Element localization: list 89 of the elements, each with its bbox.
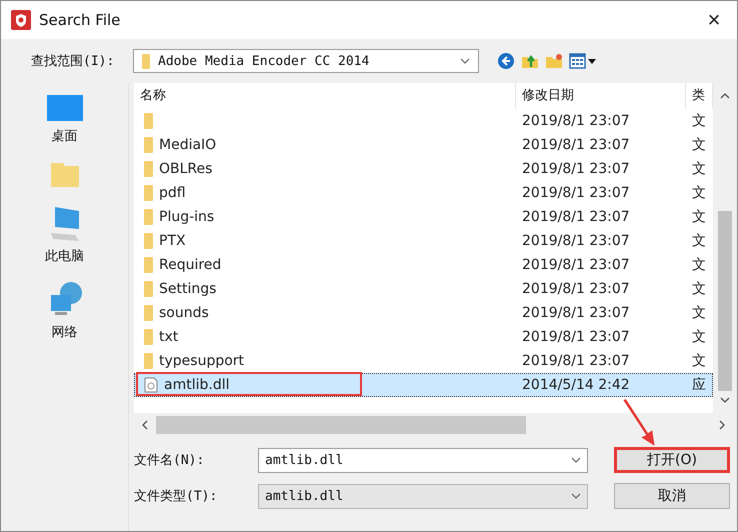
scroll-up-icon[interactable]	[720, 93, 730, 99]
date-cell-text: 2019/8/1 23:07	[521, 112, 631, 131]
file-name: MediaIO	[159, 137, 216, 153]
file-row[interactable]: 2019/8/1 23:07 文	[134, 109, 713, 133]
folder-icon	[144, 233, 153, 249]
view-menu-icon[interactable]	[569, 52, 597, 70]
folder-icon	[144, 305, 153, 321]
file-type-label: 文件类型(T):	[134, 488, 218, 505]
folder-icon	[144, 161, 153, 177]
file-name-field[interactable]: amtlib.dll	[258, 448, 588, 472]
date-cell-text: 2019/8/1 23:07	[521, 304, 631, 323]
type-cell-text: 文	[691, 256, 707, 275]
type-cell-text: 文	[691, 112, 707, 131]
type-cell-text: 文	[691, 232, 707, 251]
file-name: pdfl	[159, 185, 186, 201]
folder-icon	[144, 329, 153, 345]
file-row[interactable]: pdfl 2019/8/1 23:07 文	[134, 181, 713, 205]
type-cell-text: 文	[691, 184, 707, 203]
folder-icon	[144, 353, 153, 369]
back-icon[interactable]	[497, 52, 515, 70]
file-row[interactable]: amtlib.dll 2014/5/14 2:42 应	[134, 373, 713, 397]
look-in-label: 查找范围(I):	[31, 53, 116, 70]
dropdown-chevron-icon	[460, 58, 470, 64]
app-logo-icon	[11, 10, 31, 30]
folder-icon	[144, 113, 153, 129]
date-cell-text: 2019/8/1 23:07	[521, 256, 631, 275]
folder-icon	[144, 257, 153, 273]
type-cell-text: 文	[691, 160, 707, 179]
folder-icon	[144, 137, 153, 153]
folder-icon	[144, 209, 153, 225]
file-row[interactable]: sounds 2019/8/1 23:07 文	[134, 301, 713, 325]
close-button[interactable]: ×	[691, 1, 737, 39]
folder-icon	[142, 54, 150, 68]
type-cell-text: 文	[691, 136, 707, 155]
sidebar-item[interactable]: 桌面	[14, 91, 114, 147]
file-row[interactable]: PTX 2019/8/1 23:07 文	[134, 229, 713, 253]
type-cell-text: 文	[691, 280, 707, 299]
date-cell-text: 2019/8/1 23:07	[521, 136, 631, 155]
folder-icon	[144, 185, 153, 201]
file-row[interactable]: typesupport 2019/8/1 23:07 文	[134, 349, 713, 373]
date-cell-text: 2014/5/14 2:42	[521, 376, 631, 395]
look-in-dropdown[interactable]: Adobe Media Encoder CC 2014	[133, 49, 479, 73]
scroll-right-icon[interactable]	[719, 420, 725, 430]
folder-icon	[144, 281, 153, 297]
cancel-button[interactable]: 取消	[614, 483, 730, 509]
date-cell-text: 2019/8/1 23:07	[521, 328, 631, 347]
file-row[interactable]: Required 2019/8/1 23:07 文	[134, 253, 713, 277]
file-row[interactable]: OBLRes 2019/8/1 23:07 文	[134, 157, 713, 181]
file-name: amtlib.dll	[164, 377, 230, 393]
scrollbar-thumb[interactable]	[718, 211, 732, 391]
scroll-down-icon[interactable]	[720, 397, 730, 403]
file-row[interactable]: MediaIO 2019/8/1 23:07 文	[134, 133, 713, 157]
sidebar-item[interactable]: 此电脑	[14, 201, 114, 267]
date-cell-text: 2019/8/1 23:07	[521, 184, 631, 203]
file-name: typesupport	[159, 353, 244, 369]
file-name: Required	[159, 257, 222, 273]
date-cell-text: 2019/8/1 23:07	[521, 352, 631, 371]
file-name: sounds	[159, 305, 209, 321]
window-title: Search File	[39, 11, 122, 29]
date-cell-text: 2019/8/1 23:07	[521, 160, 631, 179]
file-name-label: 文件名(N):	[134, 452, 206, 469]
date-cell-text: 2019/8/1 23:07	[521, 232, 631, 251]
open-button[interactable]: 打开(O)	[614, 447, 730, 473]
scrollbar-thumb[interactable]	[156, 416, 526, 434]
type-cell-text: 文	[691, 208, 707, 227]
file-type-dropdown[interactable]: amtlib.dll	[258, 484, 588, 508]
column-header[interactable]: 修改日期	[516, 83, 686, 109]
type-cell-text: 应	[691, 376, 707, 395]
type-cell-text: 文	[691, 304, 707, 323]
dropdown-chevron-icon	[571, 493, 581, 499]
date-cell-text: 2019/8/1 23:07	[521, 280, 631, 299]
type-cell-text: 文	[691, 328, 707, 347]
file-row[interactable]: Plug-ins 2019/8/1 23:07 文	[134, 205, 713, 229]
sidebar-item[interactable]: 网络	[14, 277, 114, 343]
type-cell-text: 文	[691, 352, 707, 371]
new-folder-icon[interactable]	[545, 52, 563, 70]
file-name: PTX	[159, 233, 186, 249]
file-row[interactable]: txt 2019/8/1 23:07 文	[134, 325, 713, 349]
file-name: txt	[159, 329, 178, 345]
date-cell-text: 2019/8/1 23:07	[521, 208, 631, 227]
dropdown-chevron-icon	[571, 457, 581, 463]
file-row[interactable]: Settings 2019/8/1 23:07 文	[134, 277, 713, 301]
file-name: Settings	[159, 281, 216, 297]
column-header[interactable]: 名称	[134, 83, 516, 109]
file-name: Plug-ins	[159, 209, 214, 225]
file-icon	[144, 377, 158, 393]
file-name: OBLRes	[159, 161, 212, 177]
monitor-icon	[44, 93, 84, 123]
scroll-left-icon[interactable]	[142, 420, 148, 430]
